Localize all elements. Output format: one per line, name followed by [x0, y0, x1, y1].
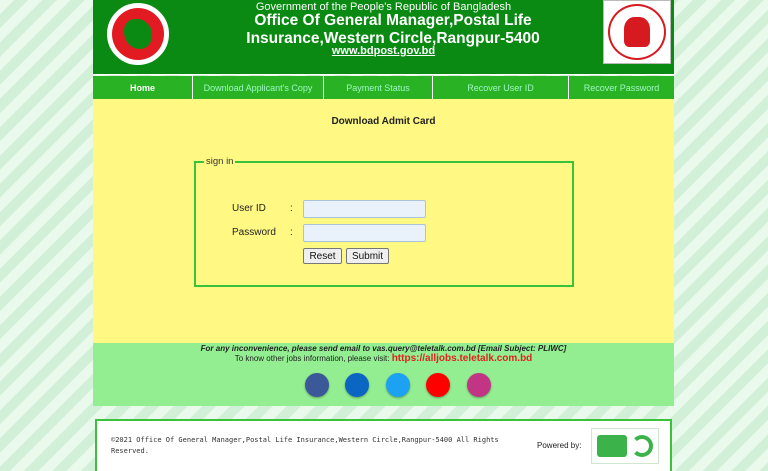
- support-email-note: For any inconvenience, please send email…: [200, 344, 567, 353]
- facebook-icon[interactable]: [305, 373, 329, 397]
- linkedin-icon[interactable]: [345, 373, 369, 397]
- user-id-colon: :: [290, 203, 293, 214]
- user-id-input[interactable]: [303, 200, 426, 218]
- user-id-label: User ID: [232, 203, 266, 214]
- website-link[interactable]: www.bdpost.gov.bd: [93, 45, 674, 57]
- nav-download-applicants-copy[interactable]: Download Applicant's Copy: [193, 76, 324, 99]
- password-label: Password: [232, 227, 276, 238]
- jobs-info-line: To know other jobs information, please v…: [93, 353, 674, 364]
- signin-legend: sign in: [206, 156, 234, 167]
- twitter-icon[interactable]: [386, 373, 410, 397]
- nav-recover-user-id[interactable]: Recover User ID: [433, 76, 569, 99]
- password-colon: :: [290, 227, 293, 238]
- submit-button[interactable]: Submit: [346, 248, 389, 264]
- copyright-text: ©2021 Office Of General Manager,Postal L…: [111, 436, 499, 455]
- powered-by-label: Powered by:: [537, 441, 582, 450]
- nav-recover-password[interactable]: Recover Password: [569, 76, 674, 99]
- teletalk-logo[interactable]: [591, 428, 659, 464]
- office-title-line1: Office Of General Manager,Postal Life: [254, 12, 532, 29]
- contact-band: For any inconvenience, please send email…: [93, 343, 674, 406]
- signin-fieldset: sign in User ID : Password : Reset Submi…: [194, 156, 574, 287]
- bangladesh-post-logo: [603, 0, 671, 64]
- site-header: Government of the People's Republic of B…: [93, 0, 674, 75]
- instagram-icon[interactable]: [467, 373, 491, 397]
- office-title: Office Of General Manager,Postal Life In…: [183, 12, 603, 48]
- jobs-info-prefix: To know other jobs information, please v…: [234, 354, 390, 363]
- page-container: Government of the People's Republic of B…: [93, 0, 674, 471]
- nav-home[interactable]: Home: [93, 76, 193, 99]
- alljobs-link[interactable]: https://alljobs.teletalk.com.bd: [392, 353, 533, 364]
- reset-button[interactable]: Reset: [303, 248, 342, 264]
- main-nav: Home Download Applicant's Copy Payment S…: [93, 76, 674, 99]
- page-title: Download Admit Card: [331, 116, 436, 127]
- site-footer: ©2021 Office Of General Manager,Postal L…: [95, 419, 672, 471]
- password-input[interactable]: [303, 224, 426, 242]
- main-content: Download Admit Card sign in User ID : Pa…: [93, 99, 674, 343]
- nav-payment-status[interactable]: Payment Status: [324, 76, 433, 99]
- youtube-icon[interactable]: [426, 373, 450, 397]
